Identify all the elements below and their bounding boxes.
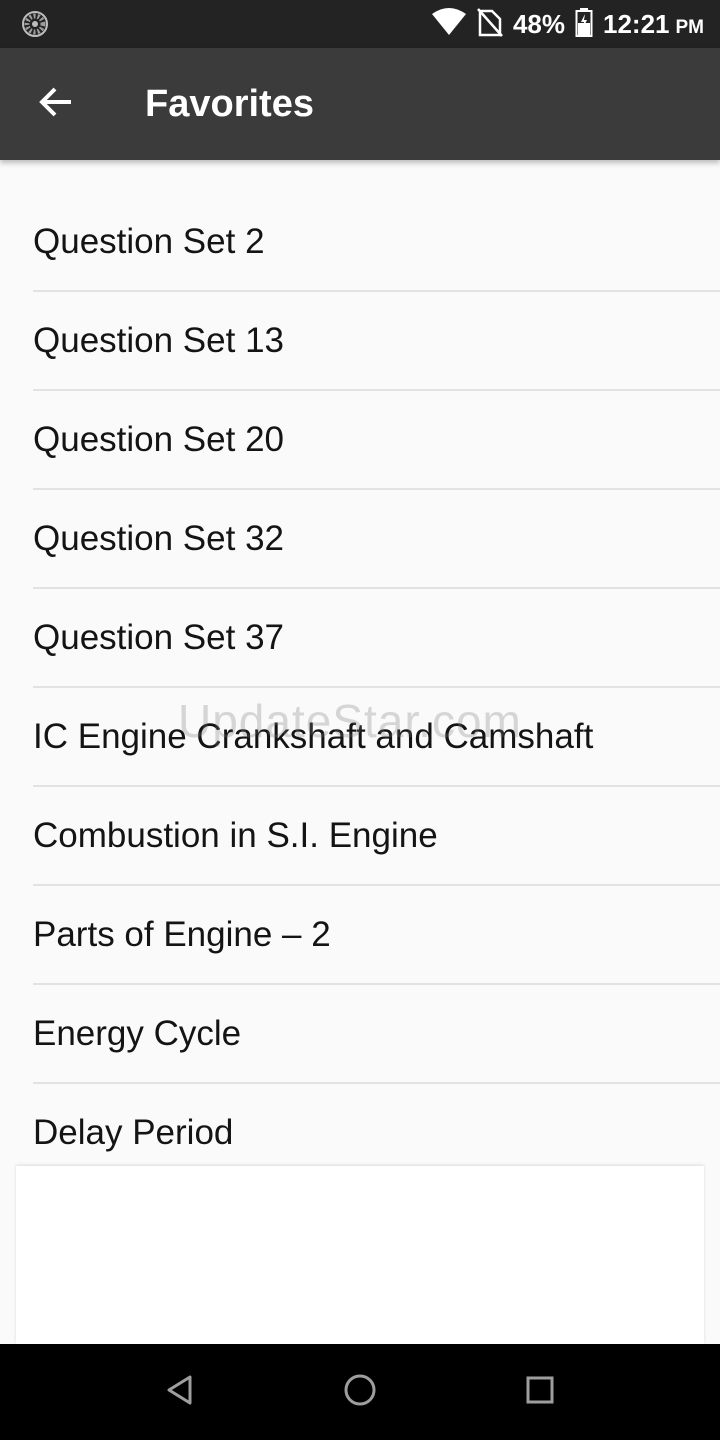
watermark: UpdateStar.com <box>178 695 522 747</box>
list-item-label: Question Set 2 <box>33 222 265 261</box>
list-item[interactable]: Question Set 2 <box>0 193 720 292</box>
list-item-label: Combustion in S.I. Engine <box>33 816 438 855</box>
navigation-bar <box>0 1344 720 1440</box>
clock-ampm: PM <box>675 16 705 38</box>
list-item-label: Question Set 32 <box>33 519 284 558</box>
nav-home-icon <box>343 1373 377 1412</box>
list-item[interactable]: Question Set 20 <box>0 391 720 490</box>
battery-percent: 48% <box>512 8 565 39</box>
status-bar: 48% 12:21 PM <box>0 0 720 48</box>
list-item-label: Question Set 13 <box>33 321 284 360</box>
list-item[interactable]: Energy Cycle <box>0 985 720 1084</box>
ad-banner[interactable] <box>16 1166 704 1344</box>
list-item-label: Question Set 20 <box>33 420 284 459</box>
screen: 48% 12:21 PM Favorites Question Set 2 Qu… <box>0 0 720 1440</box>
sync-loading-icon <box>22 11 48 37</box>
page-title: Favorites <box>145 83 314 125</box>
list-item-label: Energy Cycle <box>33 1014 242 1053</box>
nav-recents-button[interactable] <box>516 1368 564 1416</box>
arrow-back-icon <box>38 86 74 123</box>
nav-home-button[interactable] <box>336 1368 384 1416</box>
back-button[interactable] <box>24 76 88 132</box>
favorites-list: Question Set 2 Question Set 13 Question … <box>0 193 720 1183</box>
list-item-label: Parts of Engine – 2 <box>33 915 331 954</box>
list-item[interactable]: Question Set 32 <box>0 490 720 589</box>
nav-back-button[interactable] <box>156 1368 204 1416</box>
status-icons: 48% 12:21 PM <box>431 0 704 48</box>
nav-back-icon <box>165 1374 195 1411</box>
list-item[interactable]: Question Set 13 <box>0 292 720 391</box>
list-item[interactable]: Question Set 37 <box>0 589 720 688</box>
list-item-label: Question Set 37 <box>33 618 284 657</box>
no-sim-icon <box>477 7 503 42</box>
nav-recents-icon <box>525 1375 555 1410</box>
app-bar: Favorites <box>0 48 720 160</box>
clock-time: 12:21 <box>603 8 670 39</box>
battery-icon <box>575 7 593 42</box>
list-item[interactable]: Combustion in S.I. Engine <box>0 787 720 886</box>
wifi-icon <box>431 7 467 41</box>
list-item[interactable]: Parts of Engine – 2 <box>0 886 720 985</box>
